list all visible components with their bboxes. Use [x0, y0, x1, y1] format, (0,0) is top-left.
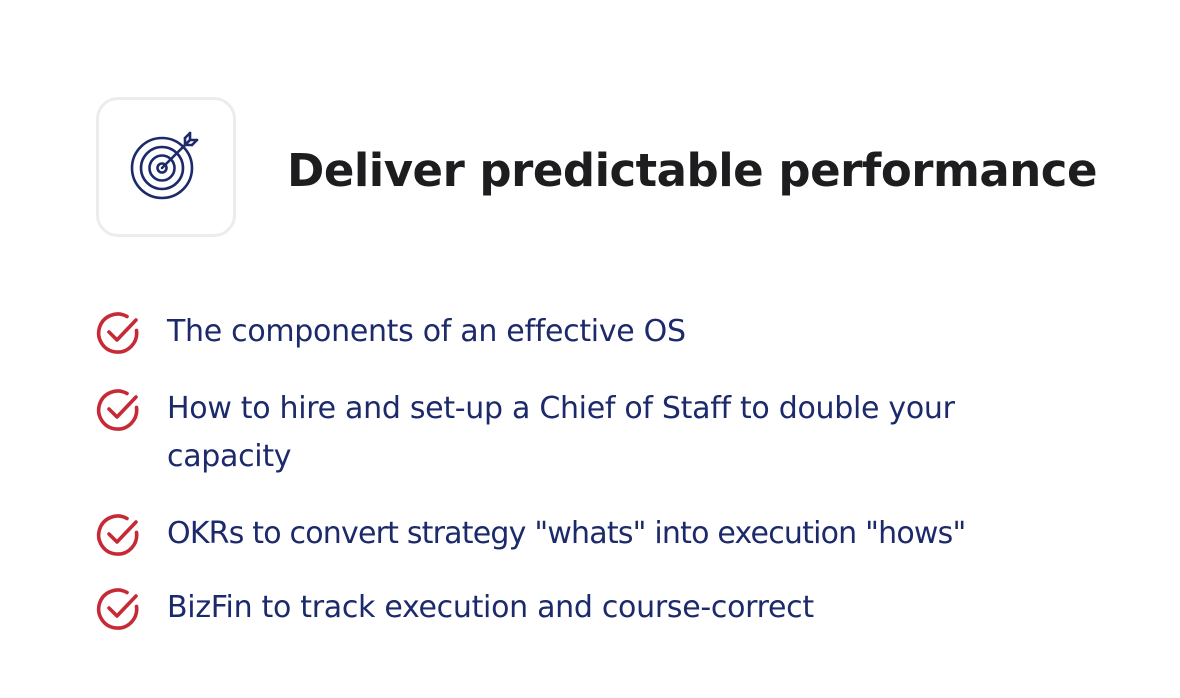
target-icon [130, 131, 199, 200]
check-circle-icon [96, 514, 139, 556]
benefit-text: BizFin to track execution and course-cor… [167, 590, 814, 625]
list-item: The components of an effective OS [96, 308, 1156, 356]
benefit-text: The components of an effective OS [167, 314, 686, 349]
benefit-text: OKRs to convert strategy "whats" into ex… [167, 516, 966, 551]
check-circle-icon [96, 312, 139, 354]
list-item: OKRs to convert strategy "whats" into ex… [96, 510, 1156, 558]
check-circle-icon [96, 588, 139, 630]
page-title: Deliver predictable performance [287, 144, 1097, 197]
check-circle-icon [96, 389, 139, 431]
benefit-text: How to hire and set-up a Chief of Staff … [167, 391, 955, 474]
benefits-list: The components of an effective OS How to… [96, 308, 1156, 661]
list-item: BizFin to track execution and course-cor… [96, 584, 1156, 632]
list-item: How to hire and set-up a Chief of Staff … [96, 385, 1156, 481]
icon-tile [96, 97, 236, 237]
